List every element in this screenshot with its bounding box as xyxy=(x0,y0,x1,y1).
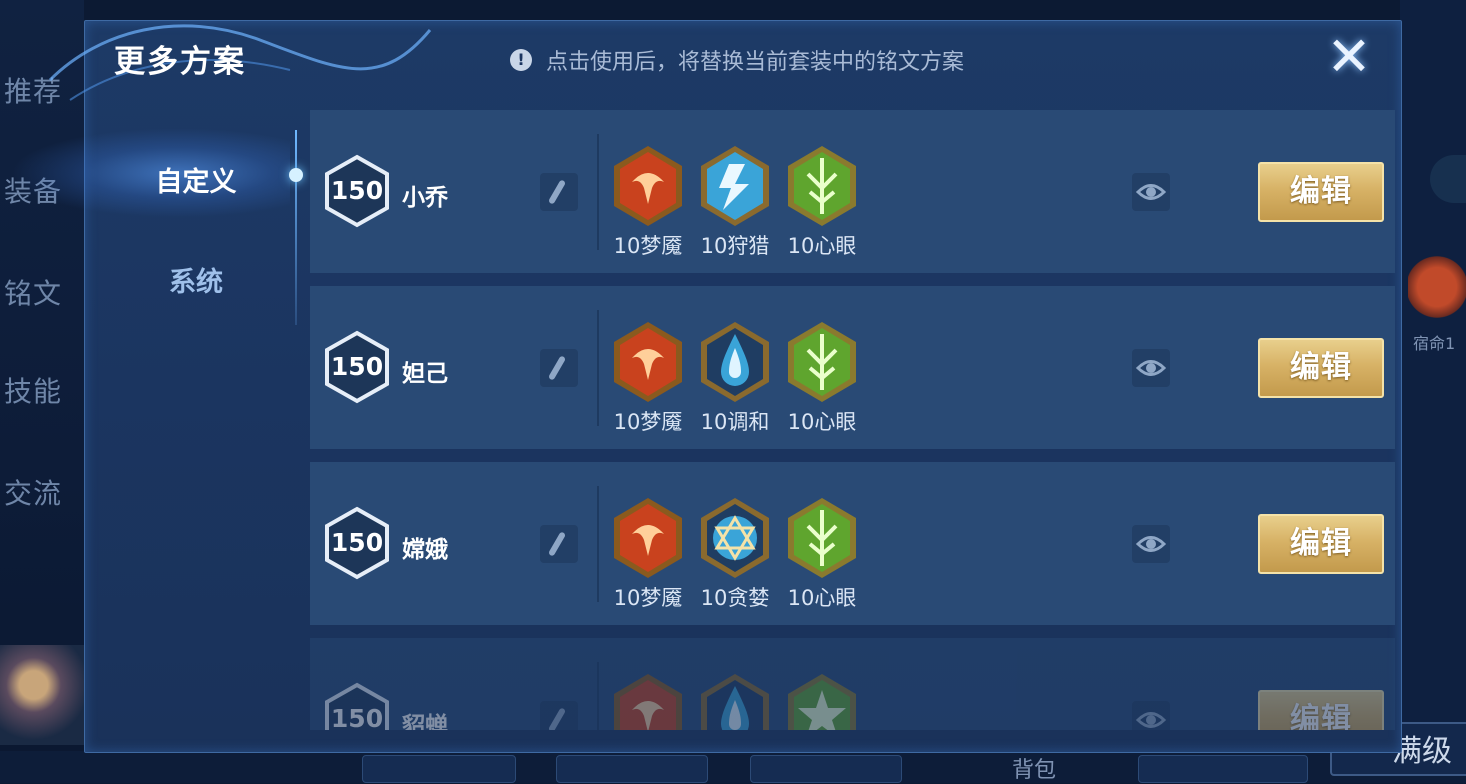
plan-level: 150 xyxy=(330,528,384,557)
background-nav-recommend: 推荐 xyxy=(4,75,63,108)
green-star-rune-icon xyxy=(788,674,856,730)
background-tab xyxy=(556,755,708,783)
blue-drop-rune-icon xyxy=(701,674,769,730)
close-button[interactable]: ✕ xyxy=(1324,30,1374,84)
rename-button[interactable] xyxy=(540,701,578,730)
plan-hero-name: 貂蝉 xyxy=(402,713,448,730)
plan-row[interactable]: 150 妲己 10梦魇 10调和 10心眼 编辑 xyxy=(310,286,1395,449)
eye-icon xyxy=(1135,712,1167,728)
bag-label: 背包 xyxy=(1012,758,1057,783)
edit-button[interactable]: 编辑 xyxy=(1258,690,1384,730)
dialog-title: 更多方案 xyxy=(114,44,246,80)
background-nav-skills: 技能 xyxy=(4,375,63,408)
rename-button[interactable] xyxy=(540,349,578,387)
plan-row[interactable]: 150 嫦娥 10梦魇 10贪婪 10心眼 编辑 xyxy=(310,462,1395,625)
blue-drop-rune-icon xyxy=(701,322,769,402)
rune-label: 10调和 xyxy=(700,410,770,434)
rune-label: 10心眼 xyxy=(787,410,857,434)
plan-hero-name: 妲己 xyxy=(402,361,448,387)
plan-hero-name: 嫦娥 xyxy=(402,537,448,563)
sidebar-active-indicator xyxy=(289,168,303,182)
pencil-icon xyxy=(547,707,567,730)
plan-level: 150 xyxy=(330,176,384,205)
rune-label: 10梦魇 xyxy=(613,234,683,258)
pencil-icon xyxy=(547,531,567,557)
red-rune-icon xyxy=(614,322,682,402)
pencil-icon xyxy=(547,355,567,381)
plan-row[interactable]: 150 貂蝉 编辑 xyxy=(310,638,1395,730)
background-nav-community: 交流 xyxy=(4,477,63,510)
background-tab xyxy=(1138,755,1308,783)
rune-label: 10梦魇 xyxy=(613,586,683,610)
row-divider xyxy=(597,662,599,730)
plan-category-sidebar: 自定义 系统 xyxy=(84,110,308,753)
preview-button[interactable] xyxy=(1132,525,1170,563)
rename-button[interactable] xyxy=(540,173,578,211)
blue-lightning-rune-icon xyxy=(701,146,769,226)
preview-button[interactable] xyxy=(1132,701,1170,730)
red-rune-icon xyxy=(614,498,682,578)
green-rune-icon xyxy=(788,498,856,578)
red-rune-icon xyxy=(614,674,682,730)
background-tab xyxy=(362,755,516,783)
rune-label: 10梦魇 xyxy=(613,410,683,434)
rune-label: 10狩猎 xyxy=(700,234,770,258)
rename-button[interactable] xyxy=(540,525,578,563)
eye-icon xyxy=(1135,360,1167,376)
plan-level: 150 xyxy=(330,352,384,381)
background-bottom-bar xyxy=(0,751,1466,783)
green-rune-icon xyxy=(788,322,856,402)
rune-label: 10心眼 xyxy=(787,234,857,258)
info-icon: ! xyxy=(510,49,532,71)
fate-rune-icon xyxy=(1408,255,1466,319)
dialog-hint: ! 点击使用后，将替换当前套装中的铭文方案 xyxy=(510,44,964,76)
rune-label: 10贪婪 xyxy=(700,586,770,610)
green-rune-icon xyxy=(788,146,856,226)
tab-custom[interactable]: 自定义 xyxy=(84,160,308,199)
plan-hero-name: 小乔 xyxy=(402,185,448,211)
edit-button[interactable]: 编辑 xyxy=(1258,514,1384,574)
preview-button[interactable] xyxy=(1132,173,1170,211)
background-nav-runes: 铭文 xyxy=(4,277,63,310)
eye-icon xyxy=(1135,536,1167,552)
preview-button[interactable] xyxy=(1132,349,1170,387)
hero-portrait xyxy=(0,645,84,745)
dialog-hint-text: 点击使用后，将替换当前套装中的铭文方案 xyxy=(546,50,965,75)
red-rune-icon xyxy=(614,146,682,226)
edit-button[interactable]: 编辑 xyxy=(1258,338,1384,398)
blue-star-rune-icon xyxy=(701,498,769,578)
edit-button[interactable]: 编辑 xyxy=(1258,162,1384,222)
background-tab xyxy=(750,755,902,783)
fate-label: 宿命1 xyxy=(1413,334,1456,353)
eye-icon xyxy=(1135,184,1167,200)
plan-list[interactable]: 150 小乔 10梦魇 10狩猎 10心眼 编辑 150 妲己 10梦魇 10调和 10… xyxy=(310,110,1395,730)
plan-level: 150 xyxy=(330,704,384,730)
background-right-panel xyxy=(1400,0,1466,783)
sidebar-scroll-track xyxy=(295,130,297,325)
tab-system[interactable]: 系统 xyxy=(84,260,308,299)
plan-row[interactable]: 150 小乔 10梦魇 10狩猎 10心眼 编辑 xyxy=(310,110,1395,273)
pencil-icon xyxy=(547,179,567,205)
rune-label: 10心眼 xyxy=(787,586,857,610)
